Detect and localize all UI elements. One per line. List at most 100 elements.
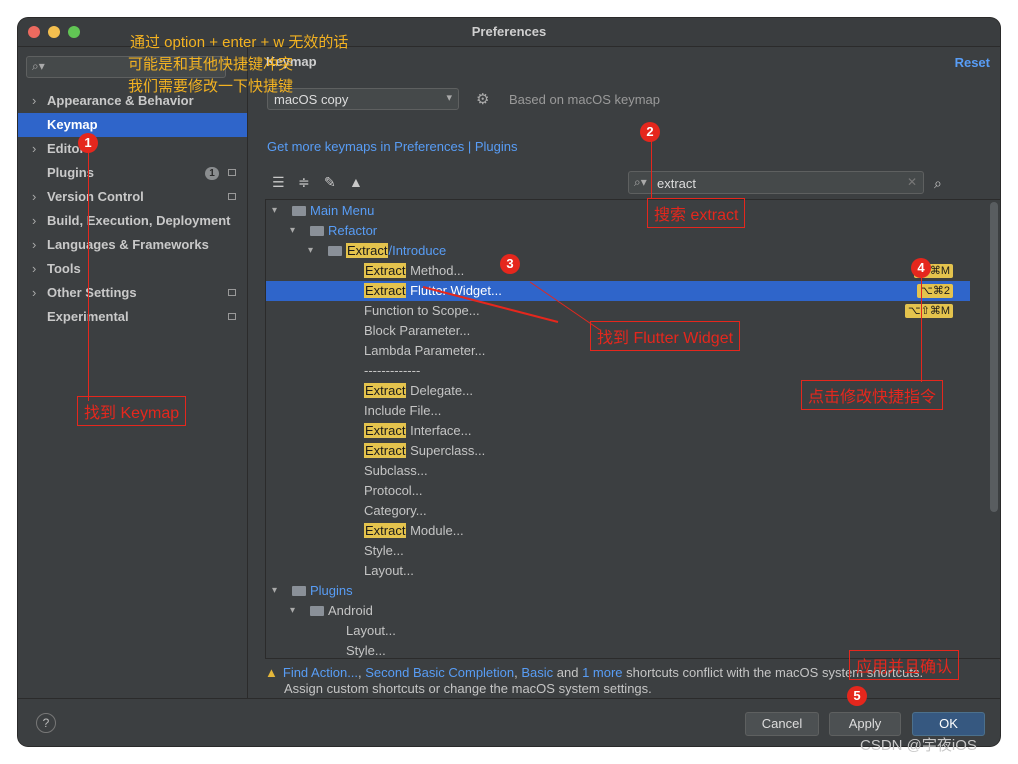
action-label: Lambda Parameter... xyxy=(364,343,486,358)
sidebar-item-languages[interactable]: › Languages & Frameworks xyxy=(18,233,247,257)
keymap-select[interactable]: macOS copy ▾ xyxy=(267,88,459,110)
update-count-badge: 1 xyxy=(205,167,219,180)
action-row[interactable]: Function to Scope... ⌥⇧⌘M xyxy=(266,301,970,321)
chevron-down-icon[interactable]: ▾ xyxy=(290,601,295,621)
chevron-right-icon: › xyxy=(32,141,37,156)
conflict-link[interactable]: Basic xyxy=(521,665,553,680)
sidebar-item-other-settings[interactable]: › Other Settings xyxy=(18,281,247,305)
step-number-4: 4 xyxy=(911,258,931,278)
chevron-right-icon: › xyxy=(32,213,37,228)
help-button[interactable]: ? xyxy=(36,713,56,733)
chevron-right-icon: › xyxy=(32,261,37,276)
annotation-line xyxy=(921,277,922,382)
action-label: Layout... xyxy=(346,623,396,638)
separator-row: ------------- xyxy=(266,361,970,381)
shortcut-badge: ⌥⇧⌘M xyxy=(904,304,953,318)
annotation-note-line: 通过 option + enter + w 无效的话 xyxy=(130,34,349,51)
action-row[interactable]: Extract Method... ⌥⌘M xyxy=(266,261,970,281)
action-label: Include File... xyxy=(364,403,442,418)
action-label: Method... xyxy=(406,263,465,278)
action-row[interactable]: Extract Interface... xyxy=(266,421,970,441)
keymap-tree[interactable]: ▾ Main Menu ▾ Refactor ▾ Extract/Introdu… xyxy=(265,199,1000,659)
warning-text-line2: Assign custom shortcuts or change the ma… xyxy=(284,681,652,696)
action-label: Interface... xyxy=(406,423,472,438)
step-number-5: 5 xyxy=(847,686,867,706)
tree-node-label: Refactor xyxy=(328,223,378,238)
settings-sidebar: ⌕▾ › Appearance & Behavior Keymap › Edit… xyxy=(18,47,248,698)
action-search-value: extract xyxy=(657,176,697,191)
chevron-down-icon[interactable]: ▾ xyxy=(290,221,295,241)
action-label: Protocol... xyxy=(364,483,423,498)
more-keymaps-link[interactable]: Get more keymaps in Preferences | Plugin… xyxy=(267,139,518,154)
sidebar-item-plugins[interactable]: Plugins 1 xyxy=(18,161,247,185)
sidebar-item-label: Languages & Frameworks xyxy=(47,237,209,252)
action-row[interactable]: Style... xyxy=(266,541,970,561)
action-row[interactable]: Layout... xyxy=(266,621,970,641)
reset-link[interactable]: Reset xyxy=(955,55,990,70)
cancel-button[interactable]: Cancel xyxy=(745,712,819,736)
collapse-all-icon[interactable]: ≑ xyxy=(298,174,310,191)
search-match-highlight: Extract xyxy=(364,423,407,438)
step-number-3: 3 xyxy=(500,254,520,274)
action-row-flutter-widget[interactable]: Extract Flutter Widget... ⌥⌘2 xyxy=(266,281,970,301)
step-number-1: 1 xyxy=(78,133,98,153)
tree-node-plugins[interactable]: ▾ Plugins xyxy=(266,581,970,601)
action-label: Flutter Widget... xyxy=(406,283,502,298)
action-row[interactable]: Extract Superclass... xyxy=(266,441,970,461)
action-label: Superclass... xyxy=(406,443,486,458)
sidebar-item-build[interactable]: › Build, Execution, Deployment xyxy=(18,209,247,233)
project-level-icon xyxy=(228,193,236,200)
annotation-note-line: 我们需要修改一下快捷键 xyxy=(128,78,294,95)
action-row[interactable]: Category... xyxy=(266,501,970,521)
tree-node-main-menu[interactable]: ▾ Main Menu xyxy=(266,201,970,221)
clear-search-icon[interactable]: ✕ xyxy=(907,175,917,189)
sidebar-item-editor[interactable]: › Editor xyxy=(18,137,247,161)
conflict-link[interactable]: Second Basic Completion xyxy=(365,665,514,680)
chevron-down-icon[interactable]: ▾ xyxy=(308,241,313,261)
action-label: Block Parameter... xyxy=(364,323,471,338)
chevron-down-icon: ▾ xyxy=(446,92,452,104)
tree-node-extract-introduce[interactable]: ▾ Extract/Introduce xyxy=(266,241,970,261)
search-icon: ⌕▾ xyxy=(634,175,647,189)
folder-icon xyxy=(328,246,342,256)
tree-node-label: /Introduce xyxy=(388,243,447,258)
sidebar-item-label: Tools xyxy=(47,261,81,276)
sidebar-item-label: Version Control xyxy=(47,189,144,204)
annotation-note-line: 可能是和其他快捷键冲突 xyxy=(128,56,294,73)
action-row[interactable]: Protocol... xyxy=(266,481,970,501)
sidebar-item-version-control[interactable]: › Version Control xyxy=(18,185,247,209)
gear-icon[interactable]: ⚙ xyxy=(476,90,489,108)
action-search-input[interactable]: ⌕▾ extract ✕ xyxy=(628,171,924,194)
tree-node-android[interactable]: ▾ Android xyxy=(266,601,970,621)
search-match-highlight: Extract xyxy=(364,283,407,298)
ok-button[interactable]: OK xyxy=(912,712,985,736)
action-row[interactable]: Layout... xyxy=(266,561,970,581)
more-conflicts-link[interactable]: 1 more xyxy=(582,665,622,680)
expand-all-icon[interactable]: ☰ xyxy=(272,174,285,191)
sidebar-item-experimental[interactable]: Experimental xyxy=(18,305,247,329)
tree-node-refactor[interactable]: ▾ Refactor xyxy=(266,221,970,241)
warning-icon: ▲ xyxy=(265,665,278,680)
tree-node-label: Main Menu xyxy=(310,203,375,218)
conflict-link[interactable]: Find Action... xyxy=(283,665,358,680)
action-row[interactable]: Subclass... xyxy=(266,461,970,481)
shortcut-badge[interactable]: ⌥⌘2 xyxy=(917,284,953,298)
action-label: Delegate... xyxy=(406,383,473,398)
apply-button[interactable]: Apply xyxy=(829,712,901,736)
project-level-icon xyxy=(228,289,236,296)
chevron-down-icon[interactable]: ▾ xyxy=(272,201,277,221)
annotation-find-flutter: 找到 Flutter Widget xyxy=(590,321,741,351)
action-row[interactable]: Extract Module... xyxy=(266,521,970,541)
tree-scrollbar[interactable] xyxy=(990,202,998,512)
tree-node-label: Android xyxy=(328,603,373,618)
search-match-highlight: Extract xyxy=(346,243,389,258)
based-on-label: Based on macOS keymap xyxy=(509,92,661,107)
conflicts-warning-icon[interactable]: ▲ xyxy=(349,174,363,190)
sidebar-item-tools[interactable]: › Tools xyxy=(18,257,247,281)
chevron-down-icon[interactable]: ▾ xyxy=(272,581,277,601)
find-by-shortcut-icon[interactable]: ⌕ xyxy=(934,175,942,192)
annotation-apply-confirm: 应用并且确认 xyxy=(849,650,960,680)
watermark: CSDN @宇夜iOS xyxy=(860,737,977,754)
sidebar-item-keymap[interactable]: Keymap xyxy=(18,113,247,137)
edit-icon[interactable]: ✎ xyxy=(324,174,336,191)
